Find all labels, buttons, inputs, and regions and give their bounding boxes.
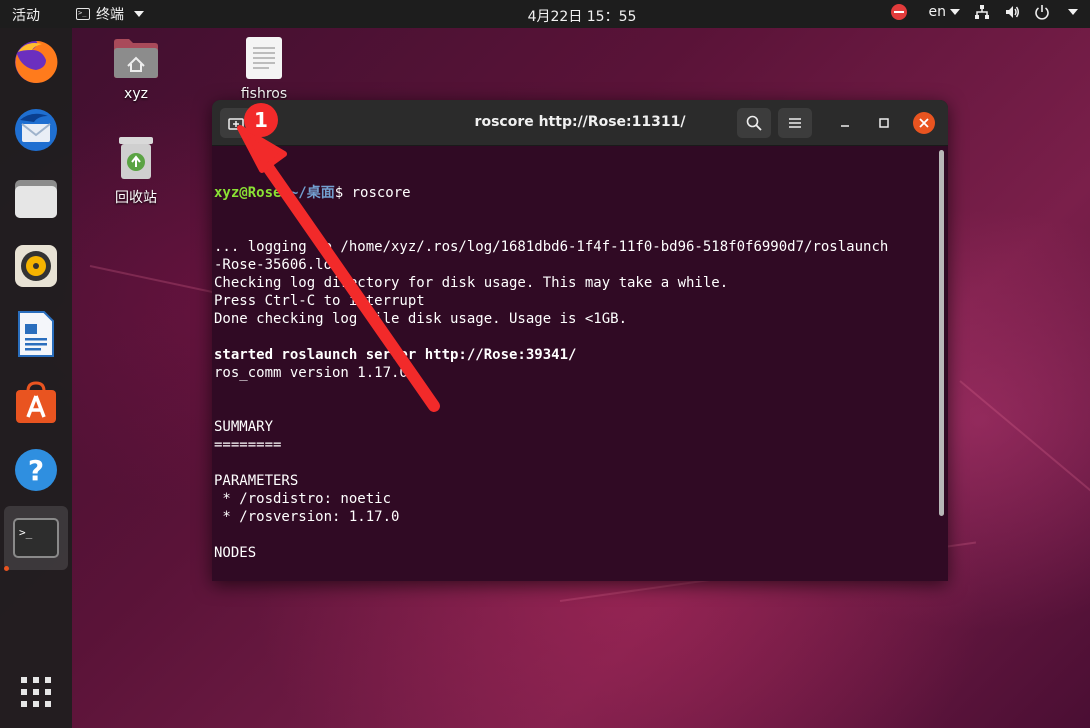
maximize-button[interactable] (873, 112, 895, 134)
search-icon (746, 115, 762, 131)
home-folder-icon (114, 39, 158, 78)
files-icon[interactable] (10, 172, 62, 224)
terminal-line: -Rose-35606.log (214, 257, 341, 273)
rhythmbox-icon[interactable] (10, 240, 62, 292)
volume-icon[interactable] (1004, 4, 1020, 20)
software-icon[interactable] (10, 376, 62, 428)
terminal-icon[interactable]: >_ (4, 506, 68, 570)
terminal-line: Done checking log file disk usage. Usage… (214, 311, 628, 327)
prompt-separator: : (281, 185, 290, 201)
terminal-line: PARAMETERS (214, 473, 299, 489)
desktop-trash[interactable]: 回收站 (101, 135, 171, 207)
thunderbird-icon[interactable] (10, 104, 62, 156)
help-icon[interactable]: ? (10, 444, 62, 496)
maximize-icon (879, 118, 889, 128)
terminal-line: ======== (214, 437, 282, 453)
prompt-path: ~/桌面 (289, 185, 335, 201)
terminal-line: * /rosversion: 1.17.0 (214, 509, 400, 525)
close-icon (919, 118, 929, 128)
svg-text:>_: >_ (19, 526, 33, 539)
terminal-scrollbar[interactable] (939, 150, 944, 516)
terminal-line: Checking log directory for disk usage. T… (214, 275, 729, 291)
terminal-window[interactable]: roscore http://Rose:11311/ xyz@Rose:~/桌面… (212, 100, 948, 581)
annotation-badge: 1 (244, 103, 278, 137)
desktop-home-folder[interactable]: xyz (101, 36, 171, 102)
network-icon[interactable] (974, 4, 990, 20)
prompt-user: xyz@Rose (214, 185, 282, 201)
terminal-line: Press Ctrl-C to interrupt (214, 293, 425, 309)
app-grid-icon[interactable] (10, 666, 62, 718)
svg-text:?: ? (28, 454, 44, 487)
writer-icon[interactable] (10, 308, 62, 360)
chevron-down-icon[interactable] (1068, 9, 1078, 15)
close-button[interactable] (913, 112, 935, 134)
output-lines: ... logging to /home/xyz/.ros/log/1681db… (214, 238, 936, 581)
desktop-home-label: xyz (124, 86, 148, 102)
chevron-down-icon (950, 9, 960, 15)
terminal-line: * /rosdistro: noetic (214, 491, 392, 507)
terminal-line: SUMMARY (214, 419, 274, 435)
top-bar: 活动 >_ 终端 4月22日 15：55 en (0, 0, 1090, 28)
language-selector[interactable]: en (928, 4, 960, 20)
dock: ? >_ (0, 28, 72, 728)
text-file-icon (246, 37, 282, 79)
power-icon[interactable] (1034, 4, 1050, 20)
desktop-file-fishros[interactable]: fishros (229, 36, 299, 102)
trash-icon (119, 137, 153, 179)
terminal-output[interactable]: xyz@Rose:~/桌面$ roscore ... logging to /h… (214, 148, 936, 578)
prompt-command: $ roscore (334, 185, 411, 201)
do-not-disturb-icon[interactable] (890, 4, 907, 20)
firefox-icon[interactable] (10, 36, 62, 88)
menu-button[interactable] (778, 108, 812, 138)
terminal-line: ros_comm version 1.17.0 (214, 365, 408, 381)
desktop-trash-label: 回收站 (115, 190, 157, 206)
running-indicator (4, 566, 9, 571)
search-button[interactable] (737, 108, 771, 138)
system-status-area[interactable]: en (890, 4, 1078, 20)
prompt-line: xyz@Rose:~/桌面$ roscore (214, 184, 936, 202)
terminal-titlebar[interactable]: roscore http://Rose:11311/ (212, 100, 948, 146)
terminal-line: auto-starting new master (214, 580, 936, 581)
minimize-button[interactable] (834, 112, 856, 134)
hamburger-menu-icon (789, 118, 801, 128)
terminal-line: NODES (214, 545, 257, 561)
terminal-line: ... logging to /home/xyz/.ros/log/1681db… (214, 239, 889, 255)
language-label: en (928, 4, 947, 20)
terminal-line: started roslaunch server http://Rose:393… (214, 347, 577, 363)
minimize-icon (841, 125, 849, 127)
